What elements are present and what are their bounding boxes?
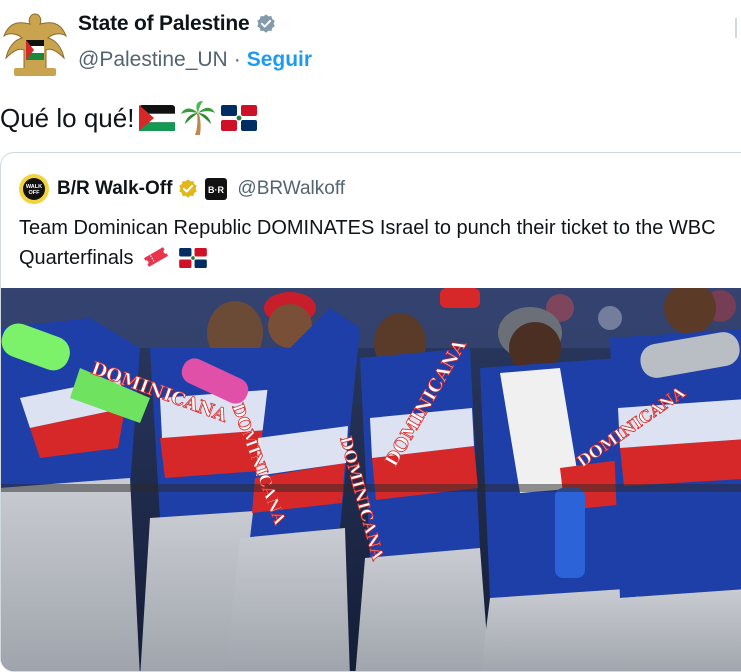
team-celebration-photo[interactable]: DOMINICANA DOMINICANA DOMINICANA DOMINIC… — [0, 288, 741, 672]
palm-tree-icon — [181, 101, 216, 135]
quoted-tweet-card[interactable]: WALK OFF B/R Walk-Off B·R @BRWalkoff Tea… — [0, 152, 741, 672]
quoted-tweet-header: WALK OFF B/R Walk-Off B·R @BRWalkoff — [19, 174, 345, 204]
quoted-text-content: Team Dominican Republic DOMINATES Israel… — [19, 217, 716, 269]
tweet-text-content: Qué lo qué! — [0, 102, 135, 133]
br-affiliate-badge-icon: B·R — [205, 178, 228, 200]
name-row: State of Palestine — [78, 12, 277, 36]
handle-row: @Palestine_UN · Seguir — [78, 48, 312, 72]
dominican-flag-icon — [178, 248, 207, 268]
svg-text:OFF: OFF — [29, 190, 41, 196]
dominican-flag-icon — [221, 105, 258, 131]
svg-text:B·R: B·R — [208, 185, 224, 195]
follow-button[interactable]: Seguir — [247, 48, 312, 72]
quoted-display-name[interactable]: B/R Walk-Off — [57, 178, 172, 200]
walkoff-avatar[interactable]: WALK OFF — [19, 174, 49, 204]
palestine-flag-icon — [139, 105, 176, 131]
verified-badge-icon — [257, 14, 276, 33]
more-options-icon[interactable] — [735, 18, 741, 38]
separator-dot: · — [233, 48, 241, 71]
tweet-text: Qué lo qué! — [0, 100, 258, 136]
gold-verified-badge-icon — [179, 179, 198, 198]
tweet-header: State of Palestine @Palestine_UN · Segui… — [0, 0, 741, 90]
display-name[interactable]: State of Palestine — [78, 12, 250, 36]
ticket-icon — [144, 247, 169, 267]
handle[interactable]: @Palestine_UN — [78, 48, 228, 72]
quoted-tweet-text: Team Dominican Republic DOMINATES Israel… — [19, 213, 741, 273]
quoted-handle[interactable]: @BRWalkoff — [237, 178, 345, 200]
palestine-emblem-avatar[interactable] — [0, 6, 70, 82]
